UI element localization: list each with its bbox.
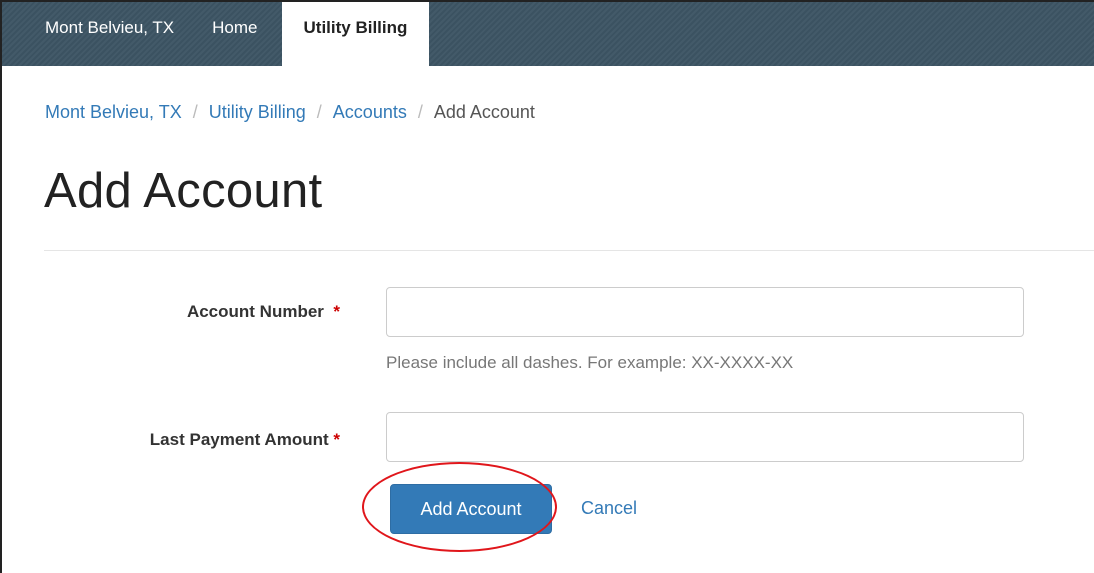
last-payment-amount-input[interactable] xyxy=(386,412,1024,462)
add-account-button[interactable]: Add Account xyxy=(390,484,552,534)
account-number-label-text: Account Number xyxy=(186,302,324,321)
last-payment-amount-label-text: Last Payment Amount xyxy=(149,430,329,449)
breadcrumb-item-accounts[interactable]: Accounts xyxy=(333,102,407,122)
account-number-input[interactable] xyxy=(386,287,1024,337)
nav-brand-link[interactable]: Mont Belvieu, TX xyxy=(45,2,174,50)
required-marker: * xyxy=(333,430,340,449)
nav-home-link[interactable]: Home xyxy=(212,2,257,50)
breadcrumb: Mont Belvieu, TX / Utility Billing / Account… xyxy=(45,102,535,123)
title-divider xyxy=(44,250,1094,251)
breadcrumb-current: Add Account xyxy=(433,102,535,122)
required-marker: * xyxy=(333,302,340,321)
breadcrumb-separator: / xyxy=(316,102,322,122)
breadcrumb-separator: / xyxy=(192,102,198,122)
nav-utility-billing-tab[interactable]: Utility Billing xyxy=(281,2,430,66)
top-navigation: Mont Belvieu, TX Home Utility Billing xyxy=(2,2,1094,66)
account-number-label: Account Number * xyxy=(140,302,340,322)
cancel-link[interactable]: Cancel xyxy=(581,498,637,519)
last-payment-amount-label: Last Payment Amount * xyxy=(90,430,340,450)
account-number-help-text: Please include all dashes. For example: … xyxy=(386,353,794,372)
breadcrumb-separator: / xyxy=(417,102,423,122)
breadcrumb-item-utility-billing[interactable]: Utility Billing xyxy=(209,102,306,122)
breadcrumb-item-mont-belvieu[interactable]: Mont Belvieu, TX xyxy=(45,102,182,122)
page-title: Add Account xyxy=(44,164,323,218)
